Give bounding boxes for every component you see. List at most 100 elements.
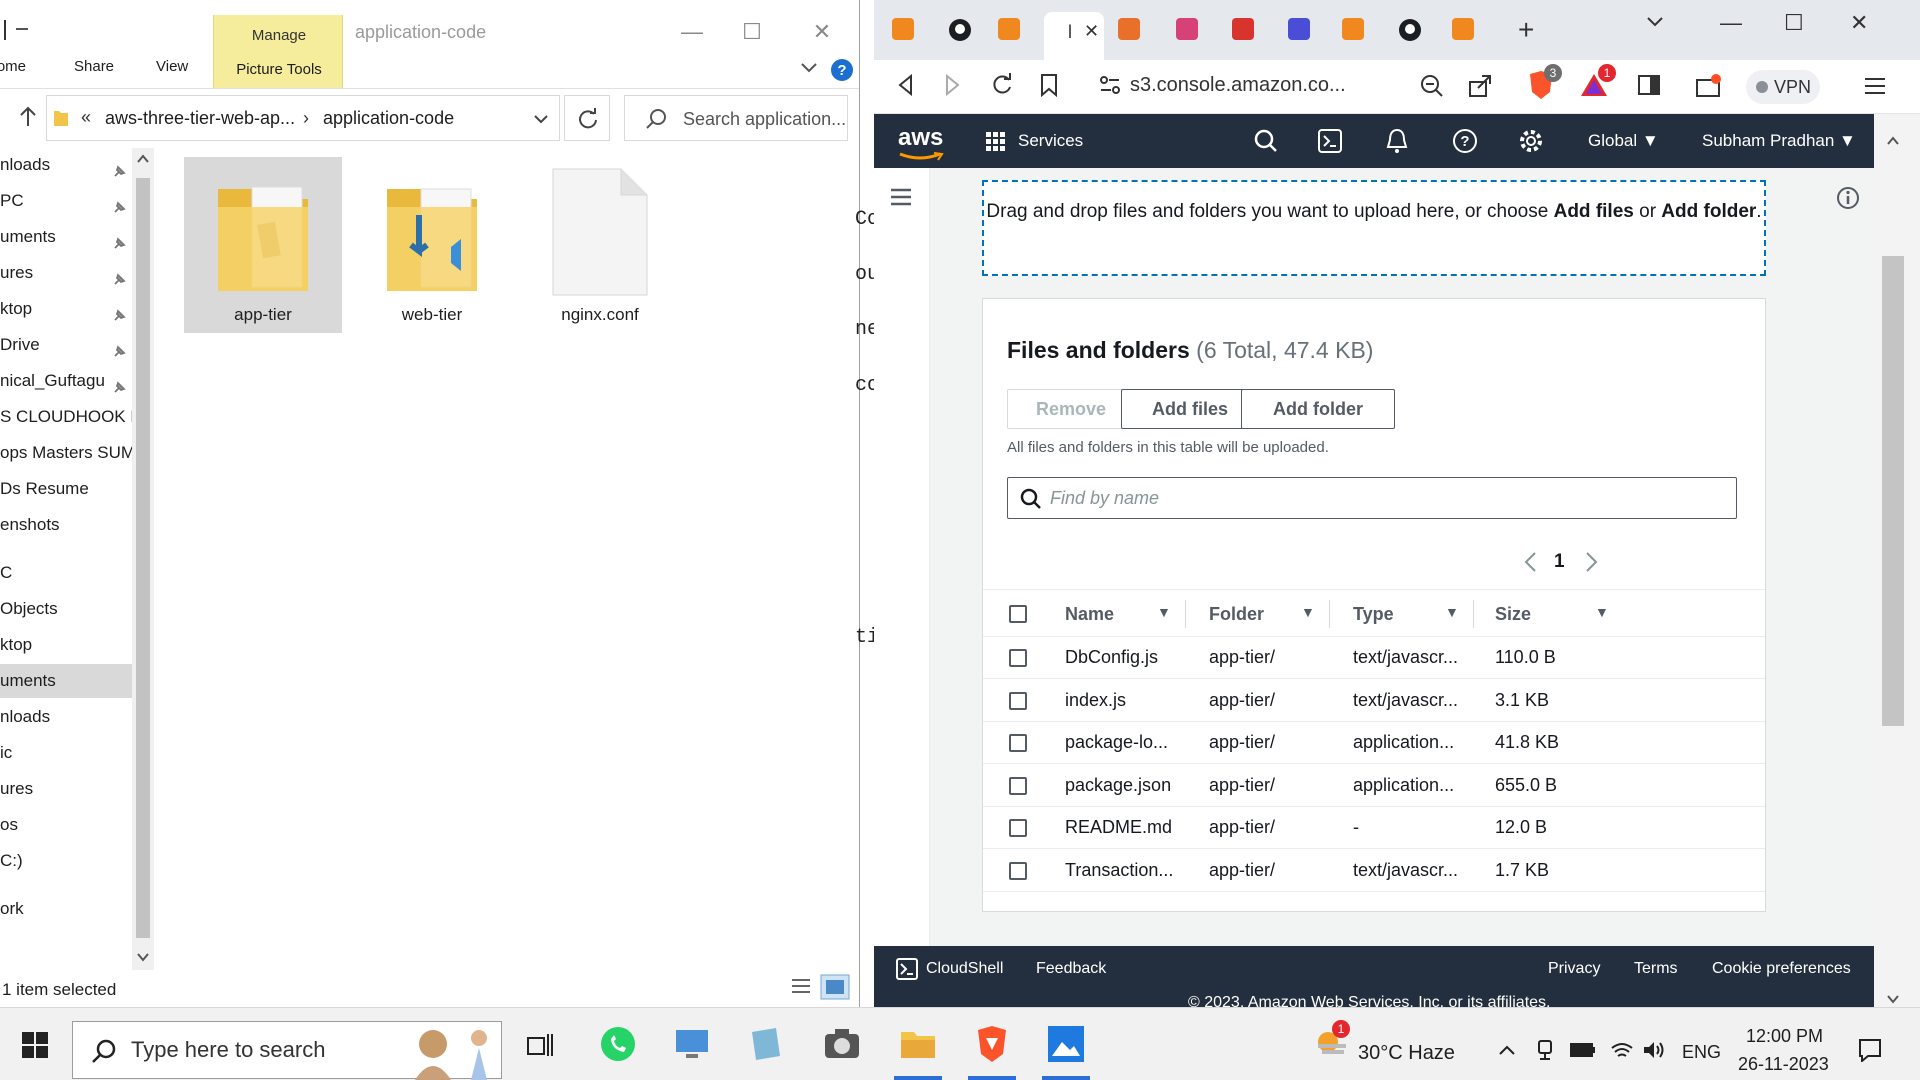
add-files-button[interactable]: Add files	[1121, 389, 1259, 429]
page-scrollbar-thumb[interactable]	[1882, 256, 1904, 726]
cloudshell-icon[interactable]	[896, 958, 918, 980]
sidebar-toggle-icon[interactable]	[1638, 75, 1660, 95]
pin-icon[interactable]	[112, 301, 126, 326]
help-icon[interactable]: ?	[830, 58, 854, 82]
site-settings-icon[interactable]	[1100, 76, 1120, 94]
scroll-up-icon[interactable]	[1886, 136, 1900, 146]
tab-view[interactable]: View	[156, 58, 188, 75]
maximize-button[interactable]: ☐	[1784, 10, 1804, 36]
battery-icon[interactable]	[1570, 1042, 1596, 1058]
table-row[interactable]: DbConfig.js app-tier/text/javascr... 110.0…	[983, 637, 1765, 679]
services-menu[interactable]: Services	[1018, 131, 1083, 151]
table-row[interactable]: index.js app-tier/text/javascr... 3.1 KB	[983, 680, 1765, 722]
find-by-name-input[interactable]: Find by name	[1007, 477, 1737, 519]
close-tab-icon[interactable]: ✕	[1084, 21, 1099, 42]
new-tab-icon[interactable]: +	[1518, 14, 1534, 46]
menu-icon[interactable]	[1864, 77, 1886, 95]
wallet-icon[interactable]	[1696, 74, 1722, 98]
address-bar[interactable]: « aws-three-tier-web-ap... › application…	[46, 95, 560, 141]
column-header-folder[interactable]: Folder	[1209, 604, 1264, 625]
task-view-icon[interactable]	[526, 1032, 554, 1058]
remove-button[interactable]: Remove	[1007, 389, 1135, 429]
nav-item[interactable]: ures	[0, 256, 132, 290]
clock-date[interactable]: 26-11-2023	[1738, 1054, 1829, 1075]
bookmark-icon[interactable]	[1040, 73, 1058, 97]
breadcrumb-current[interactable]: application-code	[323, 108, 454, 129]
tab-icon[interactable]	[1232, 18, 1254, 40]
tab-icon[interactable]	[1288, 18, 1310, 40]
weather-text[interactable]: 30°C Haze	[1358, 1042, 1455, 1065]
vpn-button[interactable]: VPN	[1746, 70, 1820, 104]
search-icon[interactable]	[1254, 129, 1278, 153]
select-all-checkbox[interactable]	[1009, 605, 1027, 623]
nav-item[interactable]: nloads	[0, 148, 132, 182]
nav-item[interactable]: C	[0, 556, 132, 590]
nav-item[interactable]: PC	[0, 184, 132, 218]
table-row[interactable]: README.md app-tier/ - 12.0 B	[983, 807, 1765, 849]
nav-item[interactable]: Drive	[0, 328, 132, 362]
tab-aws-icon[interactable]	[1452, 18, 1474, 40]
whatsapp-icon[interactable]	[598, 1024, 638, 1064]
close-button[interactable]: ✕	[1850, 10, 1868, 36]
volume-icon[interactable]	[1642, 1040, 1666, 1060]
url-text[interactable]: s3.console.amazon.co...	[1130, 74, 1346, 97]
breadcrumb-overflow[interactable]: «	[81, 107, 91, 128]
page-scrollbar[interactable]	[1874, 168, 1920, 1018]
nav-item[interactable]: ops Masters SUM	[0, 436, 132, 470]
table-row[interactable]: package-lo... app-tier/application... 41.8…	[983, 722, 1765, 764]
row-checkbox[interactable]	[1009, 776, 1027, 795]
address-dropdown-icon[interactable]	[533, 114, 549, 124]
nav-item[interactable]: nical_Guftagu	[0, 364, 132, 398]
settings-gear-icon[interactable]	[1518, 128, 1544, 154]
row-checkbox[interactable]	[1009, 734, 1027, 752]
row-checkbox[interactable]	[1009, 649, 1027, 667]
details-view-icon[interactable]	[790, 976, 812, 998]
cloudshell-icon[interactable]	[1318, 129, 1342, 153]
active-tab[interactable]: l ✕	[1044, 12, 1104, 62]
explorer-search-input[interactable]: Search application...	[624, 95, 848, 141]
reload-icon[interactable]	[990, 73, 1014, 97]
add-folder-button[interactable]: Add folder	[1241, 389, 1395, 429]
feedback-link[interactable]: Feedback	[1036, 960, 1106, 978]
table-row[interactable]: package.json app-tier/application... 655.0…	[983, 765, 1765, 807]
minimize-button[interactable]: —	[1720, 10, 1742, 36]
notification-center-icon[interactable]	[1858, 1038, 1882, 1062]
scroll-up-icon[interactable]	[136, 154, 150, 164]
expand-ribbon-icon[interactable]	[800, 62, 818, 74]
nav-item[interactable]: nloads	[0, 700, 132, 734]
qat-dropdown-icon[interactable]	[16, 28, 28, 30]
taskbar-search-box[interactable]: Type here to search	[72, 1021, 502, 1080]
cookie-preferences-link[interactable]: Cookie preferences	[1712, 960, 1851, 978]
clock-time[interactable]: 12:00 PM	[1746, 1026, 1823, 1047]
column-header-type[interactable]: Type	[1353, 604, 1394, 625]
app-icon[interactable]	[746, 1024, 786, 1064]
account-menu[interactable]: Subham Pradhan ▼	[1702, 131, 1856, 151]
tab-home[interactable]: Home	[0, 58, 26, 75]
large-icons-view-icon[interactable]	[820, 974, 850, 1000]
pin-icon[interactable]	[112, 157, 126, 182]
services-grid-icon[interactable]	[986, 132, 1006, 152]
nav-item[interactable]: ic	[0, 736, 132, 770]
tab-icon[interactable]	[1176, 18, 1198, 40]
pin-icon[interactable]	[112, 337, 126, 362]
cloudshell-link[interactable]: CloudShell	[926, 960, 1003, 978]
row-checkbox[interactable]	[1009, 861, 1027, 880]
sort-icon[interactable]: ▼	[1301, 604, 1315, 620]
github-icon[interactable]	[948, 18, 972, 42]
current-page[interactable]: 1	[1554, 551, 1565, 573]
camera-icon[interactable]	[822, 1024, 862, 1064]
table-row[interactable]: Transaction... app-tier/text/javascr... 1.…	[983, 850, 1765, 892]
pin-icon[interactable]	[112, 265, 126, 290]
row-checkbox[interactable]	[1009, 691, 1027, 710]
sort-icon[interactable]: ▼	[1595, 604, 1609, 620]
minimize-button[interactable]: —	[667, 14, 717, 50]
tab-aws-icon[interactable]	[1342, 18, 1364, 40]
meet-now-icon[interactable]	[1536, 1040, 1556, 1060]
row-checkbox[interactable]	[1009, 819, 1027, 837]
nav-item[interactable]: uments	[0, 664, 132, 698]
aws-logo[interactable]: aws	[898, 124, 943, 152]
nav-item[interactable]: S CLOUDHOOK P	[0, 400, 132, 434]
file-item-web-tier[interactable]: web-tier	[353, 157, 511, 333]
refresh-button[interactable]	[564, 95, 610, 141]
terms-link[interactable]: Terms	[1634, 960, 1678, 978]
